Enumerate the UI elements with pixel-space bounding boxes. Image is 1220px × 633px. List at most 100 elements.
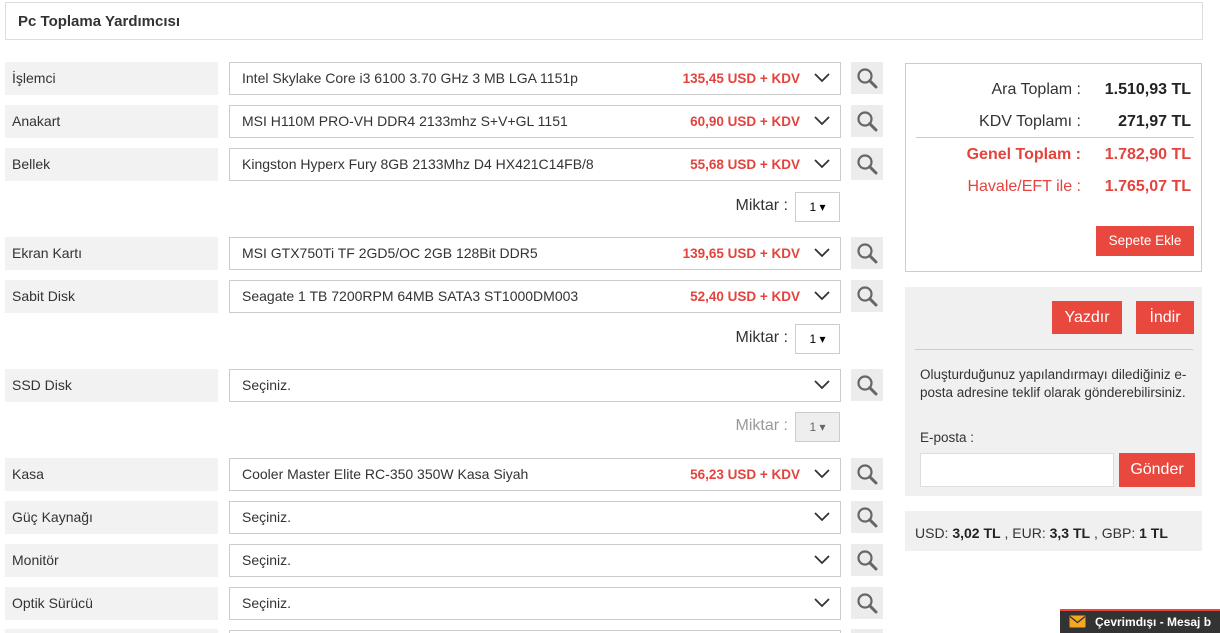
mail-icon: [1069, 615, 1086, 628]
send-button[interactable]: Gönder: [1119, 453, 1195, 487]
search-icon: [857, 375, 878, 396]
tax-label: KDV Toplamı :: [979, 113, 1081, 130]
selected-product: MSI GTX750Ti TF 2GD5/OC 2GB 128Bit DDR5: [242, 245, 538, 261]
chevron-down-icon: [814, 116, 830, 126]
subtotal-label: Ara Toplam :: [991, 81, 1081, 98]
component-row-hdd: Sabit Disk Seagate 1 TB 7200RPM 64MB SAT…: [5, 280, 883, 313]
selected-product: Seçiniz.: [242, 595, 292, 611]
row-label: Güç Kaynağı: [5, 501, 218, 534]
product-select[interactable]: Intel Skylake Core i3 6100 3.70 GHz 3 MB…: [229, 62, 841, 95]
product-select[interactable]: Seçiniz.: [229, 544, 841, 577]
search-button-partial[interactable]: [851, 629, 883, 633]
product-price: 60,90 USD + KDV: [690, 114, 800, 129]
panel-divider: [915, 349, 1193, 350]
search-button[interactable]: [851, 62, 883, 94]
selected-product: Seagate 1 TB 7200RPM 64MB SATA3 ST1000DM…: [242, 288, 579, 304]
quantity-value: 1: [809, 420, 817, 434]
product-select[interactable]: Kingston Hyperx Fury 8GB 2133Mhz D4 HX42…: [229, 148, 841, 181]
search-button[interactable]: [851, 369, 883, 401]
row-label: İşlemci: [5, 62, 218, 95]
component-row-ssd: SSD Disk Seçiniz.: [5, 369, 883, 402]
selected-product: Seçiniz.: [242, 377, 292, 393]
chevron-down-icon: [814, 248, 830, 258]
product-price: 135,45 USD + KDV: [682, 71, 800, 86]
component-row-motherboard: Anakart MSI H110M PRO-VH DDR4 2133mhz S+…: [5, 105, 883, 138]
chevron-down-icon: [814, 598, 830, 608]
product-select[interactable]: MSI GTX750Ti TF 2GD5/OC 2GB 128Bit DDR5 …: [229, 237, 841, 270]
print-button[interactable]: Yazdır: [1052, 301, 1122, 334]
row-label: Sabit Disk: [5, 280, 218, 313]
search-button[interactable]: [851, 105, 883, 137]
chat-widget[interactable]: Çevrimdışı - Mesaj b: [1060, 609, 1220, 633]
quantity-memory: Miktar : 1 ▾: [600, 192, 840, 222]
quantity-select[interactable]: 1 ▾: [795, 192, 840, 222]
transfer-value: 1.765,07 TL: [1104, 178, 1191, 195]
price-summary: Ara Toplam : 1.510,93 TL KDV Toplamı : 2…: [905, 63, 1202, 272]
chevron-down-icon: [814, 73, 830, 83]
product-price: 139,65 USD + KDV: [682, 246, 800, 261]
download-button[interactable]: İndir: [1136, 301, 1194, 334]
quantity-value: 1: [809, 200, 817, 214]
search-icon: [857, 286, 878, 307]
selected-product: Seçiniz.: [242, 552, 292, 568]
row-label: SSD Disk: [5, 369, 218, 402]
product-select[interactable]: Seagate 1 TB 7200RPM 64MB SATA3 ST1000DM…: [229, 280, 841, 313]
eur-label: , EUR:: [1004, 525, 1046, 541]
grand-total-label: Genel Toplam :: [966, 146, 1081, 163]
row-label: Anakart: [5, 105, 218, 138]
product-price: 55,68 USD + KDV: [690, 157, 800, 172]
search-button[interactable]: [851, 148, 883, 180]
gbp-value: 1 TL: [1139, 525, 1168, 541]
search-icon: [857, 550, 878, 571]
product-select[interactable]: MSI H110M PRO-VH DDR4 2133mhz S+V+GL 115…: [229, 105, 841, 138]
tax-value: 271,97 TL: [1118, 113, 1191, 130]
quantity-label: Miktar :: [735, 417, 788, 434]
subtotal-line: Ara Toplam : 1.510,93 TL: [906, 81, 1203, 105]
quantity-label: Miktar :: [735, 329, 788, 346]
tax-line: KDV Toplamı : 271,97 TL: [906, 113, 1203, 137]
row-label: Optik Sürücü: [5, 587, 218, 620]
email-info-text: Oluşturduğunuz yapılandırmayı dilediğini…: [920, 367, 1187, 400]
page-header: Pc Toplama Yardımcısı: [5, 2, 1203, 40]
selected-product: Cooler Master Elite RC-350 350W Kasa Siy…: [242, 466, 529, 482]
row-label: Kasa: [5, 458, 218, 491]
gbp-label: , GBP:: [1093, 525, 1136, 541]
chevron-down-icon: [814, 555, 830, 565]
next-row-partial: [5, 629, 883, 633]
quantity-select[interactable]: 1 ▾: [795, 324, 840, 354]
chat-status-text: Çevrimdışı - Mesaj b: [1095, 615, 1212, 629]
search-button[interactable]: [851, 237, 883, 269]
quantity-select: 1 ▾: [795, 412, 840, 442]
search-button[interactable]: [851, 458, 883, 490]
search-button[interactable]: [851, 501, 883, 533]
chevron-down-icon: [814, 291, 830, 301]
component-row-memory: Bellek Kingston Hyperx Fury 8GB 2133Mhz …: [5, 148, 883, 181]
search-icon: [857, 464, 878, 485]
chevron-down-icon: [814, 469, 830, 479]
product-select[interactable]: Seçiniz.: [229, 369, 841, 402]
selected-product: Kingston Hyperx Fury 8GB 2133Mhz D4 HX42…: [242, 156, 594, 172]
search-button[interactable]: [851, 587, 883, 619]
product-select[interactable]: Cooler Master Elite RC-350 350W Kasa Siy…: [229, 458, 841, 491]
row-label: Monitör: [5, 544, 218, 577]
search-button[interactable]: [851, 544, 883, 576]
component-row-psu: Güç Kaynağı Seçiniz.: [5, 501, 883, 534]
row-label-partial: [5, 629, 218, 633]
exchange-rates: USD: 3,02 TL , EUR: 3,3 TL , GBP: 1 TL: [905, 511, 1202, 551]
chevron-down-icon: [814, 512, 830, 522]
component-row-case: Kasa Cooler Master Elite RC-350 350W Kas…: [5, 458, 883, 491]
add-to-cart-button[interactable]: Sepete Ekle: [1096, 226, 1194, 256]
product-select[interactable]: Seçiniz.: [229, 587, 841, 620]
selected-product: MSI H110M PRO-VH DDR4 2133mhz S+V+GL 115…: [242, 113, 568, 129]
product-price: 52,40 USD + KDV: [690, 289, 800, 304]
summary-divider: [916, 137, 1194, 138]
search-icon: [857, 68, 878, 89]
email-input[interactable]: [920, 453, 1114, 487]
product-price: 56,23 USD + KDV: [690, 467, 800, 482]
usd-value: 3,02 TL: [952, 525, 1001, 541]
product-select[interactable]: Seçiniz.: [229, 501, 841, 534]
row-label: Bellek: [5, 148, 218, 181]
search-button[interactable]: [851, 280, 883, 312]
search-icon: [857, 593, 878, 614]
selected-product: Intel Skylake Core i3 6100 3.70 GHz 3 MB…: [242, 70, 578, 86]
